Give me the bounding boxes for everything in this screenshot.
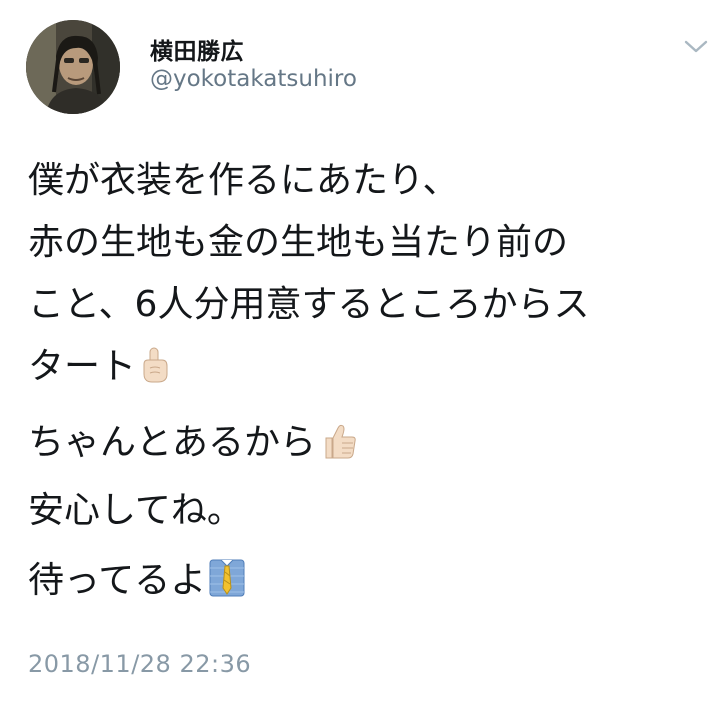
user-handle[interactable]: @yokotakatsuhiro — [150, 66, 357, 92]
tweet-line: こと、6人分用意するところからス — [28, 284, 590, 325]
avatar[interactable] — [26, 20, 120, 114]
thumbs-up-emoji-icon — [318, 418, 360, 480]
tweet-line: タート — [28, 346, 137, 387]
tweet-line: 安心してね。 — [28, 490, 243, 531]
display-name[interactable]: 横田勝広 — [150, 32, 244, 66]
office-worker-emoji-icon — [208, 556, 246, 618]
tweet-line: 赤の生地も金の生地も当たり前の — [28, 222, 569, 263]
tweet-paragraph: 待ってるよ — [28, 550, 718, 618]
tweet-line: ちゃんとあるから — [28, 422, 317, 463]
tweet-paragraph: 僕が衣装を作るにあたり、 赤の生地も金の生地も当たり前の こと、6人分用意すると… — [28, 150, 718, 404]
profile-photo-icon — [26, 20, 120, 114]
tweet-paragraph: ちゃんとあるから 安心してね。 — [28, 412, 718, 542]
tweet-line: 僕が衣装を作るにあたり、 — [28, 160, 459, 201]
tweet-line-with-emoji: タート — [28, 336, 718, 404]
tweet-timestamp[interactable]: 2018/11/28 22:36 — [28, 650, 251, 678]
pointing-up-emoji-icon — [138, 342, 172, 404]
tweet-text: 僕が衣装を作るにあたり、 赤の生地も金の生地も当たり前の こと、6人分用意すると… — [28, 150, 718, 626]
tweet-line: 待ってるよ — [28, 560, 207, 601]
chevron-down-icon[interactable] — [683, 38, 709, 56]
tweet-line-with-emoji: ちゃんとあるから — [28, 412, 718, 480]
tweet-line-with-emoji: 待ってるよ — [28, 550, 718, 618]
tweet-card: 横田勝広 @yokotakatsuhiro 僕が衣装を作るにあたり、 赤の生地も… — [0, 0, 723, 708]
